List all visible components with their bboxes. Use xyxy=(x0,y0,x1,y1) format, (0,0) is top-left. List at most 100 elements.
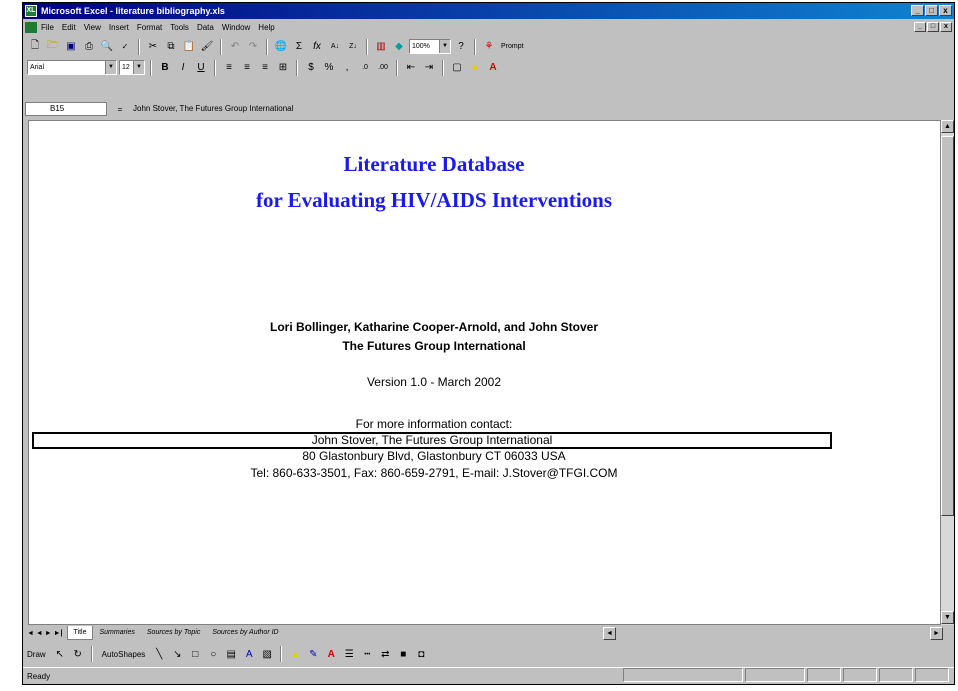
copy-icon[interactable]: ⧉ xyxy=(163,39,179,55)
menu-data[interactable]: Data xyxy=(197,23,214,32)
menu-view[interactable]: View xyxy=(84,23,101,32)
zoom-select[interactable]: 100% ▼ xyxy=(409,39,451,54)
formula-input[interactable]: John Stover, The Futures Group Internati… xyxy=(133,102,954,116)
horizontal-scrollbar[interactable]: ◄ ► xyxy=(603,627,943,640)
tab-title[interactable]: Title xyxy=(66,626,94,640)
dash-style-icon[interactable]: ┅ xyxy=(359,646,375,662)
equals-icon[interactable]: = xyxy=(113,105,127,114)
excel-window: XL Microsoft Excel - literature bibliogr… xyxy=(22,2,955,685)
fill-color-icon[interactable]: ▲ xyxy=(467,60,483,76)
line-color-icon[interactable]: ✎ xyxy=(305,646,321,662)
merge-center-icon[interactable]: ⊞ xyxy=(275,60,291,76)
prompt-button[interactable]: Prompt xyxy=(501,43,524,50)
open-icon[interactable]: 🗁 xyxy=(45,39,61,55)
menu-edit[interactable]: Edit xyxy=(62,23,76,32)
spelling-icon[interactable]: ✓ xyxy=(117,39,133,55)
comma-style-icon[interactable]: , xyxy=(339,60,355,76)
sort-ascending-icon[interactable]: A↓ xyxy=(327,39,343,55)
selected-cell[interactable]: John Stover, The Futures Group Internati… xyxy=(32,432,832,449)
hyperlink-icon[interactable]: 🌐 xyxy=(273,39,289,55)
scroll-right-icon[interactable]: ► xyxy=(930,627,943,640)
textbox-icon[interactable]: ▤ xyxy=(223,646,239,662)
acrobat-icon[interactable]: ⚘ xyxy=(481,39,497,55)
function-icon[interactable]: fx xyxy=(309,39,325,55)
chevron-down-icon[interactable]: ▼ xyxy=(133,61,144,74)
chevron-down-icon[interactable]: ▼ xyxy=(105,61,116,74)
drawing-icon[interactable]: ◆ xyxy=(391,39,407,55)
free-rotate-icon[interactable]: ↻ xyxy=(70,646,86,662)
doc-minimize-button[interactable]: _ xyxy=(914,22,926,32)
select-objects-icon[interactable]: ↖ xyxy=(52,646,68,662)
print-icon[interactable]: ⎙ xyxy=(81,39,97,55)
minimize-button[interactable]: _ xyxy=(911,5,924,16)
line-icon[interactable]: ╲ xyxy=(151,646,167,662)
shadow-icon[interactable]: ■ xyxy=(395,646,411,662)
bold-icon[interactable]: B xyxy=(157,60,173,76)
oval-icon[interactable]: ○ xyxy=(205,646,221,662)
paste-icon[interactable]: 📋 xyxy=(181,39,197,55)
font-name-value: Arial xyxy=(30,64,45,71)
font-color-icon[interactable]: A xyxy=(323,646,339,662)
borders-icon[interactable]: ▢ xyxy=(449,60,465,76)
draw-menu-button[interactable]: Draw xyxy=(27,650,46,659)
decrease-indent-icon[interactable]: ⇤ xyxy=(403,60,419,76)
doc-restore-button[interactable]: □ xyxy=(927,22,939,32)
fill-color-icon[interactable]: ▲ xyxy=(287,646,303,662)
3d-icon[interactable]: ◘ xyxy=(413,646,429,662)
italic-icon[interactable]: I xyxy=(175,60,191,76)
align-right-icon[interactable]: ≡ xyxy=(257,60,273,76)
autosum-icon[interactable]: Σ xyxy=(291,39,307,55)
save-icon[interactable]: ▣ xyxy=(63,39,79,55)
chevron-down-icon[interactable]: ▼ xyxy=(439,40,450,53)
close-button[interactable]: x xyxy=(939,5,952,16)
name-box[interactable]: B15 xyxy=(25,102,107,116)
underline-icon[interactable]: U xyxy=(193,60,209,76)
increase-indent-icon[interactable]: ⇥ xyxy=(421,60,437,76)
percent-icon[interactable]: % xyxy=(321,60,337,76)
menu-insert[interactable]: Insert xyxy=(109,23,129,32)
redo-icon[interactable]: ↷ xyxy=(245,39,261,55)
font-color-icon[interactable]: A xyxy=(485,60,501,76)
new-icon[interactable]: 🗋 xyxy=(27,39,43,55)
menu-format[interactable]: Format xyxy=(137,23,162,32)
scroll-left-icon[interactable]: ◄ xyxy=(603,627,616,640)
align-center-icon[interactable]: ≡ xyxy=(239,60,255,76)
menu-window[interactable]: Window xyxy=(222,23,250,32)
arrow-style-icon[interactable]: ⇄ xyxy=(377,646,393,662)
line-style-icon[interactable]: ☰ xyxy=(341,646,357,662)
workbook-icon[interactable] xyxy=(25,22,37,33)
tab-navigation[interactable]: ◄ ◄ ► ►| xyxy=(27,630,63,637)
sort-descending-icon[interactable]: Z↓ xyxy=(345,39,361,55)
worksheet-area[interactable]: Literature Database for Evaluating HIV/A… xyxy=(28,120,941,625)
tab-summaries[interactable]: Summaries xyxy=(93,626,140,640)
maximize-button[interactable]: □ xyxy=(925,5,938,16)
menu-tools[interactable]: Tools xyxy=(170,23,189,32)
vertical-scrollbar[interactable]: ▲ ▼ xyxy=(941,120,954,625)
scroll-thumb[interactable] xyxy=(941,136,954,516)
undo-icon[interactable]: ↶ xyxy=(227,39,243,55)
align-left-icon[interactable]: ≡ xyxy=(221,60,237,76)
cut-icon[interactable]: ✂ xyxy=(145,39,161,55)
font-size-select[interactable]: 12 ▼ xyxy=(119,60,145,75)
decrease-decimal-icon[interactable]: .00 xyxy=(375,60,391,76)
format-painter-icon[interactable]: 🖌 xyxy=(199,39,215,55)
tab-sources-by-topic[interactable]: Sources by Topic xyxy=(141,626,206,640)
doc-close-button[interactable]: x xyxy=(940,22,952,32)
rectangle-icon[interactable]: □ xyxy=(187,646,203,662)
font-name-select[interactable]: Arial ▼ xyxy=(27,60,117,75)
increase-decimal-icon[interactable]: .0 xyxy=(357,60,373,76)
help-icon[interactable]: ? xyxy=(453,39,469,55)
print-preview-icon[interactable]: 🔍 xyxy=(99,39,115,55)
menu-file[interactable]: File xyxy=(41,23,54,32)
scroll-down-icon[interactable]: ▼ xyxy=(941,611,954,624)
chart-wizard-icon[interactable]: ▥ xyxy=(373,39,389,55)
arrow-icon[interactable]: ↘ xyxy=(169,646,185,662)
autoshapes-menu-button[interactable]: AutoShapes xyxy=(102,650,146,659)
scroll-up-icon[interactable]: ▲ xyxy=(941,120,954,133)
menu-help[interactable]: Help xyxy=(258,23,274,32)
excel-app-icon[interactable]: XL xyxy=(25,5,37,17)
clipart-icon[interactable]: ▧ xyxy=(259,646,275,662)
currency-icon[interactable]: $ xyxy=(303,60,319,76)
tab-sources-by-author[interactable]: Sources by Author ID xyxy=(206,626,284,640)
wordart-icon[interactable]: A xyxy=(241,646,257,662)
